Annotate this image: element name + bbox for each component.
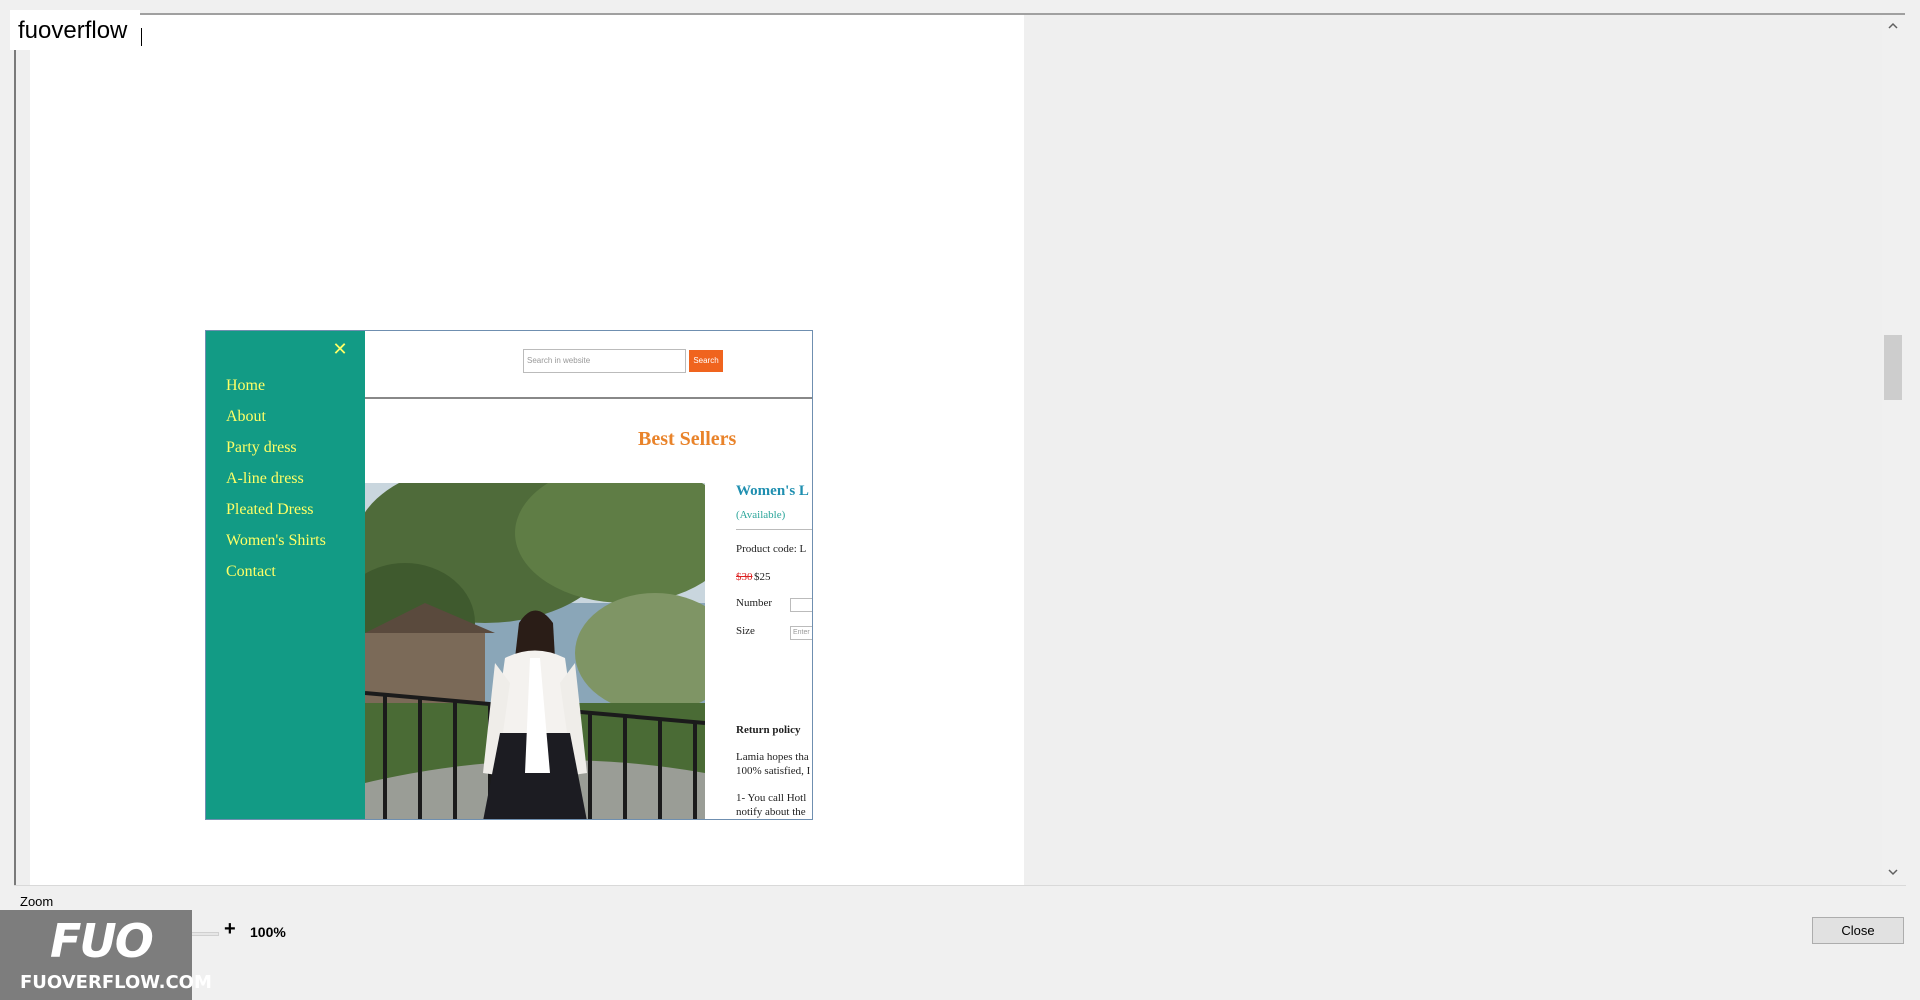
nav-item-home[interactable]: Home: [226, 377, 265, 395]
watermark-text: FUOVERFLOW.COM: [20, 972, 212, 993]
nav-item-womens-shirts[interactable]: Women's Shirts: [226, 532, 326, 550]
window-title: fuoverflow: [10, 10, 140, 50]
number-input[interactable]: [790, 598, 812, 612]
nav-item-contact[interactable]: Contact: [226, 563, 276, 581]
zoom-value: 100%: [250, 924, 286, 940]
section-heading: Best Sellers: [638, 428, 737, 450]
product-divider: [736, 529, 812, 530]
bottom-divider: [14, 885, 1906, 886]
nav-item-a-line-dress[interactable]: A-line dress: [226, 470, 304, 488]
price-old: $30: [736, 571, 753, 583]
watermark-logo: FUO FUOVERFLOW.COM: [0, 910, 212, 1000]
search-button[interactable]: Search: [689, 350, 723, 372]
return-policy-text: notify about the: [736, 806, 806, 818]
side-nav: ✕ Home About Party dress A-line dress Pl…: [206, 331, 365, 819]
return-policy-text: 1- You call Hotl: [736, 792, 807, 804]
nav-item-about[interactable]: About: [226, 408, 266, 426]
size-label: Size: [736, 625, 755, 637]
zoom-label: Zoom: [20, 894, 54, 909]
chevron-up-icon[interactable]: [1882, 17, 1904, 37]
return-policy-text: 100% satisfied, I: [736, 765, 811, 777]
vertical-scrollbar[interactable]: [1882, 15, 1904, 885]
availability-status: (Available): [736, 509, 786, 521]
close-icon[interactable]: ✕: [330, 339, 350, 360]
website-preview: ✕ Home About Party dress A-line dress Pl…: [205, 330, 813, 820]
site-header: Search in website Search: [365, 331, 812, 399]
return-policy-title: Return policy: [736, 724, 801, 736]
close-button[interactable]: Close: [1812, 917, 1904, 944]
return-policy-text: Lamia hopes tha: [736, 751, 809, 763]
left-divider: [14, 50, 16, 885]
nav-item-party-dress[interactable]: Party dress: [226, 439, 297, 457]
price-new: $25: [754, 571, 771, 583]
product-image: [365, 483, 705, 819]
product-code: Product code: L: [736, 543, 807, 555]
print-preview-window: fuoverflow ✕ Home About Party dress A-li…: [0, 0, 1920, 1000]
chevron-down-icon[interactable]: [1882, 863, 1904, 883]
zoom-in-button[interactable]: +: [224, 918, 236, 941]
scrollbar-thumb[interactable]: [1884, 335, 1902, 400]
size-input[interactable]: Enter: [790, 626, 812, 640]
nav-item-pleated-dress[interactable]: Pleated Dress: [226, 501, 314, 519]
search-input[interactable]: Search in website: [523, 349, 686, 373]
text-caret: [141, 28, 142, 46]
product-title: Women's L: [736, 483, 809, 499]
watermark-logo-mark: FUO: [50, 914, 154, 968]
number-label: Number: [736, 597, 773, 609]
